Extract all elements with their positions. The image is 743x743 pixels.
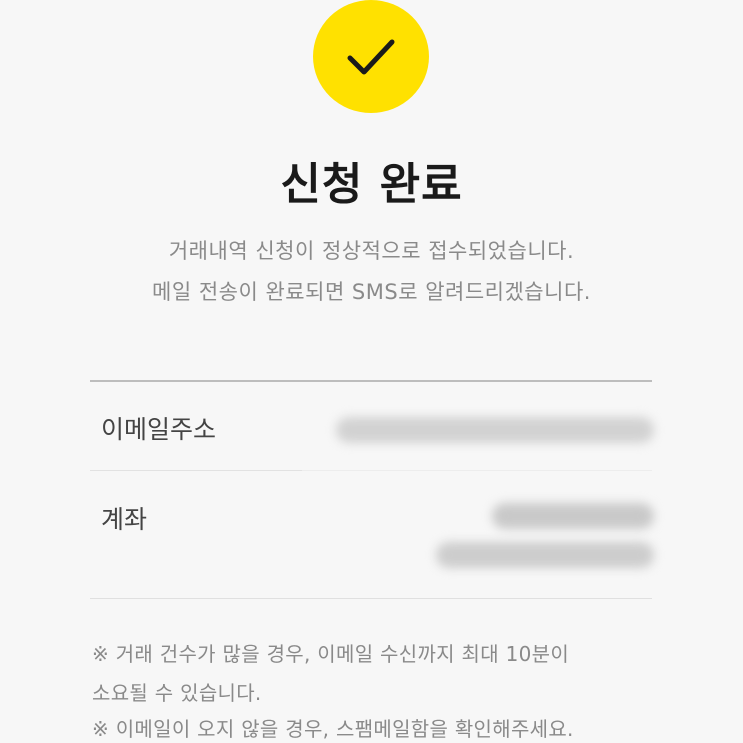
subtitle-line-2: 메일 전송이 완료되면 SMS로 알려드리겠습니다. (152, 280, 591, 304)
details-top-divider (90, 380, 652, 382)
account-bank-redacted (492, 503, 654, 529)
notice-line-3: ※ 이메일이 오지 않을 경우, 스팸메일함을 확인해주세요. (92, 717, 574, 741)
notice-line-2: 소요될 수 있습니다. (92, 681, 262, 705)
account-label: 계좌 (101, 505, 148, 534)
row-divider-right (302, 470, 652, 471)
email-value-redacted (336, 417, 654, 443)
subtitle-line-1: 거래내역 신청이 정상적으로 접수되었습니다. (168, 239, 575, 263)
row-divider (90, 470, 302, 471)
notice-line-1: ※ 거래 건수가 많을 경우, 이메일 수신까지 최대 10분이 (92, 642, 570, 666)
email-label: 이메일주소 (101, 415, 217, 444)
check-icon (347, 39, 395, 74)
account-number-redacted (436, 542, 654, 568)
application-complete-screen: 신청 완료 거래내역 신청이 정상적으로 접수되었습니다. 메일 전송이 완료되… (0, 0, 743, 743)
page-title: 신청 완료 (280, 159, 463, 210)
details-bottom-divider (90, 598, 652, 599)
success-badge (313, 0, 429, 113)
